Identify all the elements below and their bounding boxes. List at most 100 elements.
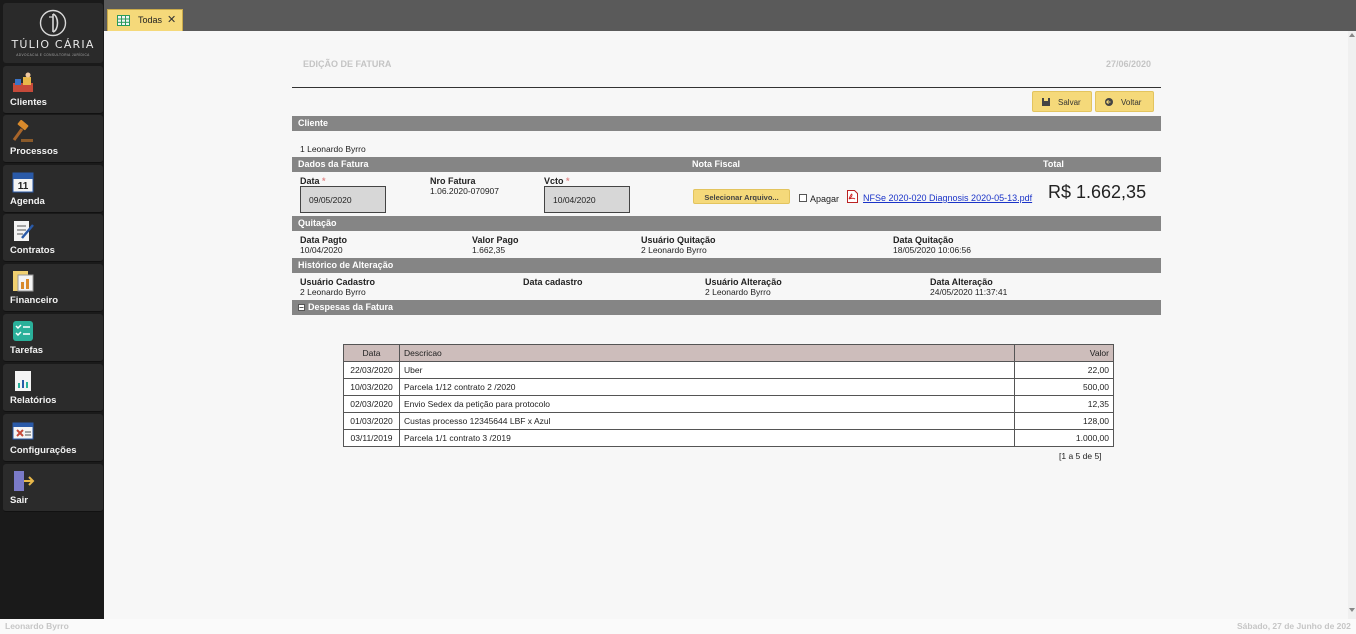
back-icon — [1105, 98, 1113, 106]
sidebar-item-label: Relatórios — [10, 395, 57, 406]
cell-value: 128,00 — [1014, 412, 1114, 430]
cell-description: Custas processo 12345644 LBF x Azul — [399, 412, 1015, 430]
nfse-pdf-link[interactable]: NFSe 2020-020 Diagnosis 2020-05-13.pdf — [863, 193, 1032, 203]
table-row[interactable]: 10/03/2020 Parcela 1/12 contrato 2 /2020… — [343, 378, 1114, 396]
sidebar-item-label: Configurações — [10, 445, 77, 456]
section-title-total: Total — [1043, 159, 1064, 169]
total-value: R$ 1.662,35 — [1048, 182, 1147, 202]
logo[interactable]: TÚLIO CÁRIA ADVOCACIA E CONSULTORIA JURÍ… — [3, 3, 103, 63]
table-icon — [117, 15, 130, 26]
usuario-cadastro-value: 2 Leonardo Byrro — [300, 287, 366, 297]
table-row[interactable]: 01/03/2020 Custas processo 12345644 LBF … — [343, 412, 1114, 430]
logo-mark-icon — [39, 9, 67, 37]
tab-todas[interactable]: Todas ✕ — [107, 9, 183, 31]
status-bar: Leonardo Byrro Sábado, 27 de Junho de 20… — [0, 619, 1356, 634]
table-row[interactable]: 03/11/2019 Parcela 1/1 contrato 3 /2019 … — [343, 429, 1114, 447]
cell-date: 02/03/2020 — [343, 395, 400, 413]
top-bar: Todas ✕ — [104, 0, 1356, 31]
scroll-up-icon[interactable] — [1349, 33, 1355, 37]
cell-date: 10/03/2020 — [343, 378, 400, 396]
divider — [292, 87, 1161, 88]
section-title: Despesas da Fatura — [308, 302, 394, 312]
contract-icon — [14, 221, 34, 241]
select-file-button[interactable]: Selecionar Arquivo... — [693, 189, 790, 204]
tab-label: Todas — [138, 15, 163, 25]
cell-value: 12,35 — [1014, 395, 1114, 413]
table-row[interactable]: 22/03/2020 Uber 22,00 — [343, 361, 1114, 379]
column-header-descricao[interactable]: Descricao — [399, 344, 1015, 362]
page-date: 27/06/2020 — [1105, 59, 1151, 69]
cell-description: Parcela 1/12 contrato 2 /2020 — [399, 378, 1015, 396]
nro-fatura-value: 1.06.2020-070907 — [430, 186, 500, 196]
table-header-row: Data Descricao Valor — [343, 344, 1114, 362]
field-label-valor-pago: Valor Pago — [472, 235, 519, 245]
section-dados-fatura: Dados da Fatura Nota Fiscal Total — [292, 157, 1161, 172]
field-label-data-pagto: Data Pagto — [300, 235, 348, 245]
data-alteracao-value: 24/05/2020 11:37:41 — [930, 287, 1008, 297]
sidebar-item-agenda[interactable]: 11 Agenda — [3, 165, 103, 213]
calendar-icon: 11 — [12, 172, 34, 193]
date-field[interactable]: 09/05/2020 — [300, 186, 386, 213]
settings-icon — [12, 422, 34, 440]
sidebar-item-contratos[interactable]: Contratos — [3, 214, 103, 262]
table-row[interactable]: 02/03/2020 Envio Sedex da petição para p… — [343, 395, 1114, 413]
back-button[interactable]: Voltar — [1095, 91, 1154, 112]
section-quitacao: Quitação — [292, 216, 1161, 231]
logo-tagline: ADVOCACIA E CONSULTORIA JURÍDICA — [16, 53, 90, 57]
column-header-valor[interactable]: Valor — [1014, 344, 1114, 362]
section-despesas[interactable]: Despesas da Fatura — [292, 300, 1161, 315]
cell-description: Uber — [399, 361, 1015, 379]
section-cliente: Cliente — [292, 116, 1161, 131]
cell-date: 01/03/2020 — [343, 412, 400, 430]
data-pagto-value: 10/04/2020 — [300, 245, 343, 255]
field-label-data-alteracao: Data Alteração — [930, 277, 993, 287]
clients-icon — [13, 72, 33, 92]
page-title: EDIÇÃO DE FATURA — [303, 59, 392, 69]
field-label-usuario-alteracao: Usuário Alteração — [705, 277, 782, 287]
cell-date: 03/11/2019 — [343, 429, 400, 447]
required-marker: * — [322, 176, 326, 186]
sidebar-item-label: Processos — [10, 146, 59, 157]
apagar-checkbox[interactable] — [799, 194, 807, 202]
required-marker: * — [566, 176, 570, 186]
close-icon[interactable]: ✕ — [167, 13, 176, 26]
sidebar-item-label: Tarefas — [10, 345, 44, 356]
due-date-field[interactable]: 10/04/2020 — [544, 186, 630, 213]
field-label-data-cadastro: Data cadastro — [523, 277, 583, 287]
collapse-icon[interactable] — [298, 304, 305, 311]
sidebar-item-financeiro[interactable]: Financeiro — [3, 264, 103, 312]
sidebar-item-label: Agenda — [10, 196, 45, 207]
sidebar-item-tarefas[interactable]: Tarefas — [3, 314, 103, 362]
sidebar-item-sair[interactable]: Sair — [3, 464, 103, 512]
report-icon — [15, 371, 31, 391]
cell-date: 22/03/2020 — [343, 361, 400, 379]
exit-icon — [14, 471, 35, 491]
field-label-data-quitacao: Data Quitação — [893, 235, 954, 245]
cell-description: Parcela 1/1 contrato 3 /2019 — [399, 429, 1015, 447]
sidebar-item-configuracoes[interactable]: Configurações — [3, 414, 103, 462]
expenses-table: Data Descricao Valor 22/03/2020 Uber 22,… — [343, 344, 1114, 447]
sidebar-item-processos[interactable]: Processos — [3, 115, 103, 163]
footer-user: Leonardo Byrro — [5, 621, 69, 631]
field-label-usuario-quitacao: Usuário Quitação — [641, 235, 716, 245]
column-header-data[interactable]: Data — [343, 344, 400, 362]
sidebar-item-label: Sair — [10, 495, 28, 506]
sidebar-item-label: Contratos — [10, 245, 55, 256]
sidebar-item-relatorios[interactable]: Relatórios — [3, 364, 103, 412]
pagination-info: [1 a 5 de 5] — [1059, 451, 1102, 461]
logo-name: TÚLIO CÁRIA — [11, 38, 95, 51]
back-button-label: Voltar — [1121, 98, 1142, 107]
gavel-icon — [12, 120, 33, 142]
save-button-label: Salvar — [1058, 98, 1081, 107]
scroll-down-icon[interactable] — [1349, 608, 1355, 612]
footer-date: Sábado, 27 de Junho de 202 — [1237, 621, 1351, 631]
usuario-quitacao-value: 2 Leonardo Byrro — [641, 245, 707, 255]
cell-description: Envio Sedex da petição para protocolo — [399, 395, 1015, 413]
data-quitacao-value: 18/05/2020 10:06:56 — [893, 245, 971, 255]
cell-value: 1.000,00 — [1014, 429, 1114, 447]
sidebar-item-clientes[interactable]: Clientes — [3, 66, 103, 114]
scrollbar[interactable] — [1348, 31, 1356, 619]
section-historico: Histórico de Alteração — [292, 258, 1161, 273]
field-label-usuario-cadastro: Usuário Cadastro — [300, 277, 376, 287]
save-button[interactable]: Salvar — [1032, 91, 1092, 112]
